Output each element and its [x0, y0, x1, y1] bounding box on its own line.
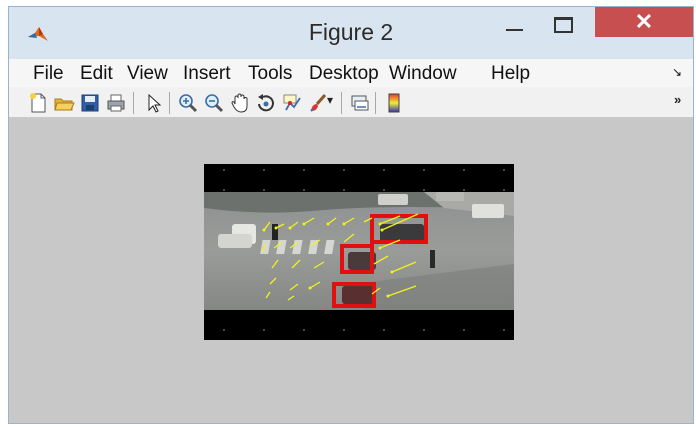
- brush-icon[interactable]: [307, 92, 329, 114]
- toolbar-separator: [133, 92, 134, 114]
- menu-window[interactable]: Window: [389, 63, 457, 85]
- figure-toolbar: ▾ »: [9, 87, 693, 118]
- new-figure-icon[interactable]: [27, 92, 49, 114]
- zoom-out-icon[interactable]: [203, 92, 225, 114]
- open-folder-icon[interactable]: [53, 92, 75, 114]
- data-cursor-icon[interactable]: [281, 92, 303, 114]
- axes-image[interactable]: [204, 164, 514, 340]
- title-bar[interactable]: Figure 2 ✕: [9, 7, 693, 59]
- close-icon: ✕: [634, 9, 654, 34]
- menu-tools[interactable]: Tools: [248, 63, 292, 85]
- edit-plot-arrow-icon[interactable]: [143, 92, 165, 114]
- menu-help[interactable]: Help: [491, 63, 530, 85]
- print-icon[interactable]: [105, 92, 127, 114]
- menu-view[interactable]: View: [127, 63, 168, 85]
- menu-desktop[interactable]: Desktop: [309, 63, 379, 85]
- figure-window: Figure 2 ✕ File Edit View Insert Tools D…: [8, 6, 694, 424]
- link-plot-icon[interactable]: [349, 92, 371, 114]
- toolbar-separator: [169, 92, 170, 114]
- window-title: Figure 2: [308, 19, 394, 45]
- pan-hand-icon[interactable]: [229, 92, 251, 114]
- menu-edit[interactable]: Edit: [80, 63, 113, 85]
- close-button[interactable]: ✕: [595, 7, 693, 37]
- brush-dropdown-chevron-icon[interactable]: ▾: [327, 93, 337, 115]
- video-frame: [204, 164, 514, 340]
- menu-file[interactable]: File: [33, 63, 64, 85]
- toolbar-overflow-icon[interactable]: »: [674, 92, 681, 107]
- menu-insert[interactable]: Insert: [183, 63, 231, 85]
- menu-overflow-icon[interactable]: ↘: [672, 65, 682, 79]
- colorbar-icon[interactable]: [383, 92, 405, 114]
- zoom-in-icon[interactable]: [177, 92, 199, 114]
- toolbar-separator: [341, 92, 342, 114]
- menu-bar: File Edit View Insert Tools Desktop Wind…: [9, 59, 693, 87]
- rotate-3d-icon[interactable]: [255, 92, 277, 114]
- maximize-button[interactable]: [539, 7, 585, 37]
- toolbar-separator: [375, 92, 376, 114]
- minimize-button[interactable]: [491, 7, 537, 37]
- save-icon[interactable]: [79, 92, 101, 114]
